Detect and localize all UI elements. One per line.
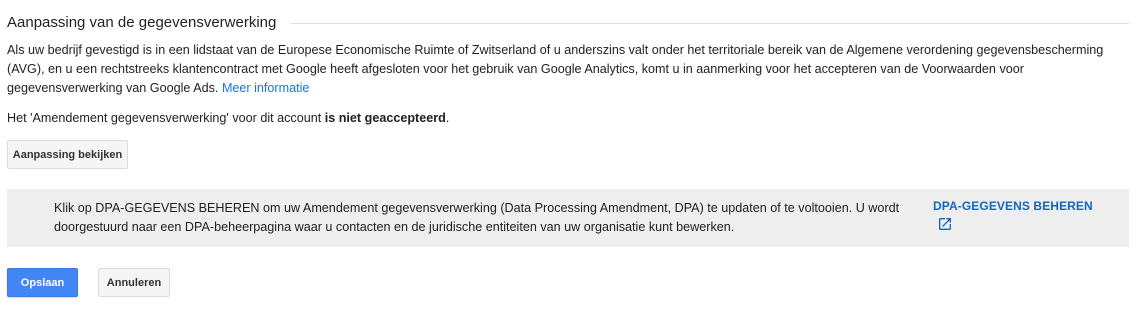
open-in-new-icon[interactable] [937, 216, 953, 232]
status-prefix: Het 'Amendement gegevensverwerking' voor… [7, 111, 322, 125]
amendment-status: Het 'Amendement gegevensverwerking' voor… [7, 109, 449, 127]
dpa-panel: Klik op DPA-GEGEVENS BEHEREN om uw Amend… [7, 189, 1129, 247]
dpa-panel-text: Klik op DPA-GEGEVENS BEHEREN om uw Amend… [54, 201, 900, 234]
section-title: Aanpassing van de gegevensverwerking [7, 13, 277, 31]
more-info-link[interactable]: Meer informatie [222, 81, 310, 95]
status-value: is niet geaccepteerd [324, 111, 446, 125]
description-paragraph: Als uw bedrijf gevestigd is in een lidst… [7, 41, 1107, 98]
section-header: Aanpassing van de gegevensverwerking [7, 12, 1129, 32]
status-suffix: . [445, 111, 450, 125]
cancel-button[interactable]: Annuleren [98, 268, 170, 297]
description-text: Als uw bedrijf gevestigd is in een lidst… [7, 43, 1104, 95]
manage-dpa-link[interactable]: DPA-GEGEVENS BEHEREN [933, 199, 1093, 213]
view-amendment-button[interactable]: Aanpassing bekijken [7, 140, 128, 169]
save-button[interactable]: Opslaan [7, 268, 78, 297]
section-divider [290, 22, 1129, 24]
